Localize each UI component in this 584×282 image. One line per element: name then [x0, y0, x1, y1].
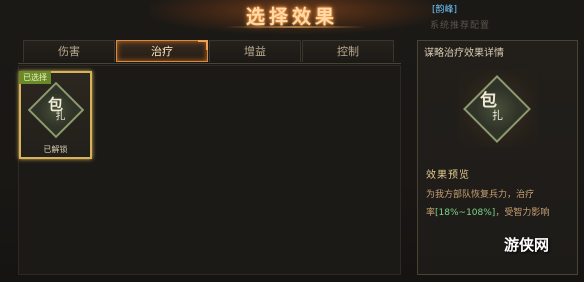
detail-char-sub: 扎: [492, 109, 503, 122]
tab-healing[interactable]: 治疗: [116, 40, 208, 62]
selected-tag: 已选择: [19, 71, 51, 84]
site-watermark: 游侠网: [504, 236, 550, 254]
slot-icon-glyph: 包 扎: [46, 97, 66, 122]
tab-control[interactable]: 控制: [302, 40, 394, 62]
detail-title: 谋略治疗效果详情: [424, 48, 504, 59]
preview-rate-suffix: ，受智力影响: [495, 208, 550, 218]
detail-char-main: 包: [480, 91, 497, 111]
game-window: 选择效果 [韵峰] 系统推荐配置 伤害 治疗 增益 控制 包 扎 已选择 已解锁…: [0, 0, 584, 282]
top-badge: [韵峰]: [432, 5, 458, 15]
preview-line-1: 为我方部队恢复兵力，治疗: [426, 190, 535, 200]
preview-heading: 效果预览: [426, 170, 470, 181]
page-title: 选择效果: [245, 6, 338, 28]
tab-buff[interactable]: 增益: [209, 40, 301, 62]
detail-panel: 谋略治疗效果详情 包 扎 效果预览 为我方部队恢复兵力，治疗 率[18%~108…: [417, 40, 578, 275]
ghost-subtitle: 系统推荐配置: [430, 21, 491, 31]
tab-damage[interactable]: 伤害: [23, 40, 115, 62]
tab-bar: 伤害 治疗 增益 控制: [18, 40, 401, 64]
effect-slot-bandage[interactable]: 包 扎 已选择 已解锁: [19, 71, 92, 159]
preview-rate-value: [18%~108%]: [435, 208, 496, 218]
preview-description: 为我方部队恢复兵力，治疗 率[18%~108%]，受智力影响: [426, 186, 578, 222]
icon-char-sub: 扎: [55, 111, 66, 123]
preview-rate-prefix: 率: [426, 208, 436, 218]
icon-char-main: 包: [47, 95, 63, 114]
effect-grid: 包 扎 已选择 已解锁: [18, 65, 401, 275]
slot-status-label: 已解锁: [43, 145, 68, 154]
detail-icon-glyph: 包 扎: [480, 91, 516, 122]
